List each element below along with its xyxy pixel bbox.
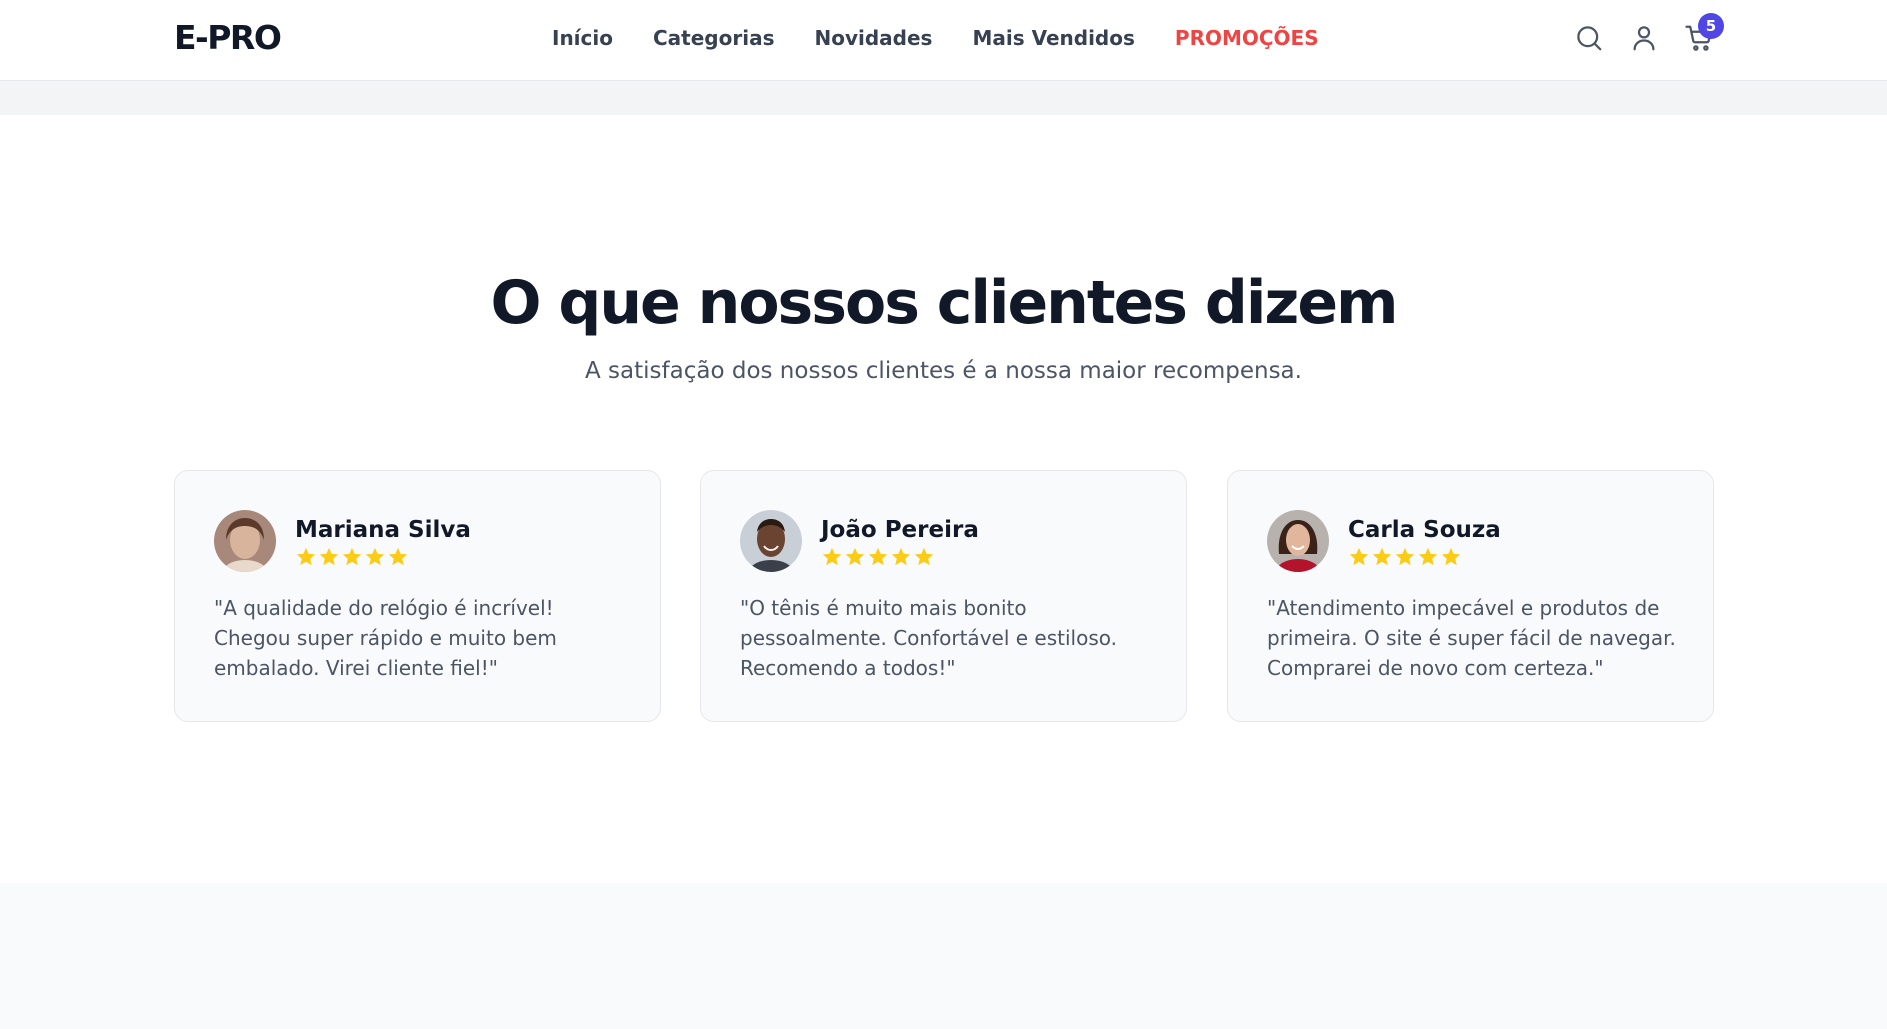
star-icon [1394, 546, 1416, 568]
review-quote: "A qualidade do relógio é incrível! Cheg… [214, 596, 557, 680]
account-button[interactable] [1628, 22, 1660, 54]
next-section [0, 883, 1887, 1029]
avatar [740, 510, 802, 572]
star-icon [867, 546, 889, 568]
star-icon [364, 546, 386, 568]
star-rating [821, 546, 935, 568]
star-icon [1440, 546, 1462, 568]
testimonial-card: João Pereira "O tênis é muito mais bonit… [700, 470, 1187, 722]
nav-item-novidades[interactable]: Novidades [814, 22, 932, 54]
section-divider [0, 81, 1887, 115]
review-quote: "O tênis é muito mais bonito pessoalment… [740, 596, 1117, 680]
avatar [1267, 510, 1329, 572]
star-icon [387, 546, 409, 568]
search-icon [1577, 26, 1602, 51]
reviewer-name: Carla Souza [1348, 517, 1501, 543]
search-button[interactable] [1573, 22, 1605, 54]
nav-item-inicio[interactable]: Início [552, 22, 613, 54]
user-icon [1633, 26, 1655, 51]
star-rating [1348, 546, 1462, 568]
star-icon [341, 546, 363, 568]
testimonial-card: Carla Souza "Atendimento impecável e pro… [1227, 470, 1714, 722]
star-icon [1348, 546, 1370, 568]
star-icon [821, 546, 843, 568]
main-nav: Início Categorias Novidades Mais Vendido… [552, 22, 1319, 54]
star-icon [913, 546, 935, 568]
nav-item-promocoes[interactable]: PROMOÇÕES [1175, 22, 1319, 54]
reviewer-name: Mariana Silva [295, 517, 471, 543]
star-icon [1417, 546, 1439, 568]
testimonials-section: O que nossos clientes dizem A satisfação… [0, 115, 1887, 883]
testimonial-card: Mariana Silva "A qualidade do relógio é … [174, 470, 661, 722]
section-subtitle: A satisfação dos nossos clientes é a nos… [585, 358, 1302, 384]
star-icon [295, 546, 317, 568]
nav-item-categorias[interactable]: Categorias [653, 22, 774, 54]
brand-logo[interactable]: E-PRO [174, 18, 282, 58]
star-rating [295, 546, 409, 568]
site-header: E-PRO Início Categorias Novidades Mais V… [0, 0, 1887, 81]
avatar [214, 510, 276, 572]
reviewer-name: João Pereira [821, 517, 979, 543]
star-icon [1371, 546, 1393, 568]
star-icon [318, 546, 340, 568]
section-title: O que nossos clientes dizem [490, 268, 1398, 338]
star-icon [890, 546, 912, 568]
cart-count-badge: 5 [1698, 13, 1724, 39]
nav-item-mais-vendidos[interactable]: Mais Vendidos [972, 22, 1134, 54]
review-quote: "Atendimento impecável e produtos de pri… [1267, 596, 1676, 680]
star-icon [844, 546, 866, 568]
